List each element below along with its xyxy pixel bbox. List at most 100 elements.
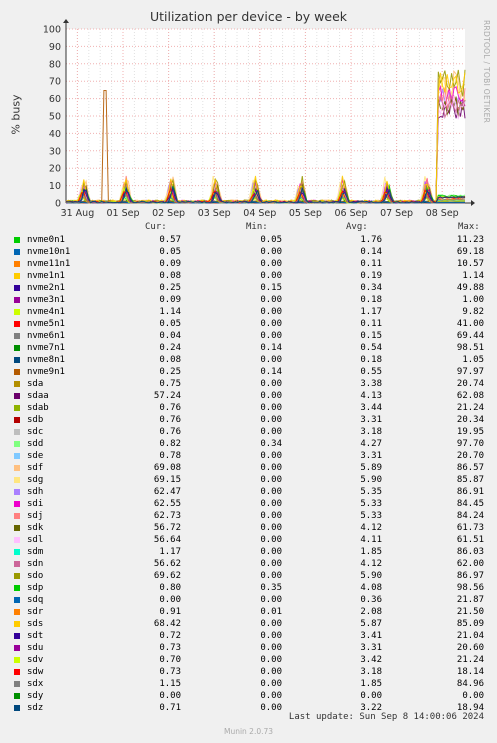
legend-row: nvme11n1 0.09 0.00 0.11 10.57 [0,258,497,270]
legend-min-value: 0.35 [260,583,282,593]
y-tick-label: 60 [49,94,61,105]
legend-series-name: nvme9n1 [27,367,65,377]
legend-cur-value: 0.09 [159,295,181,305]
legend-min-value: 0.15 [260,283,282,293]
legend-max-value: 49.88 [456,283,484,293]
legend-row: sdt 0.72 0.00 3.41 21.04 [0,630,497,642]
legend-row: nvme5n1 0.05 0.00 0.11 41.00 [0,318,497,330]
legend-row: sdm 1.17 0.00 1.85 86.03 [0,546,497,558]
legend-cur-value: 0.05 [159,319,181,329]
legend-swatch [14,561,20,567]
legend-max-value: 86.57 [456,463,484,473]
legend-swatch [14,597,20,603]
legend-swatch [14,621,20,627]
legend-cur-value: 0.57 [159,235,181,245]
legend-max-value: 11.23 [456,235,484,245]
legend-max-value: 69.44 [456,331,484,341]
legend-swatch [14,657,20,663]
legend-cur-value: 62.73 [153,511,181,521]
legend-avg-value: 3.18 [360,667,382,677]
legend-min-value: 0.00 [260,259,282,269]
legend-row: sdo 69.62 0.00 5.90 86.97 [0,570,497,582]
legend-max-value: 20.74 [456,379,484,389]
munin-version: Munin 2.0.73 [223,727,274,736]
legend-max-value: 62.08 [456,391,484,401]
legend-max-value: 18.14 [456,667,484,677]
legend-series-name: nvme1n1 [27,271,65,281]
legend-cur-value: 1.17 [159,547,181,557]
legend-row: sdj 62.73 0.00 5.33 84.24 [0,510,497,522]
legend-series-name: sdh [27,487,44,497]
legend-cur-value: 0.08 [159,271,181,281]
legend-min-value: 0.00 [260,535,282,545]
legend-cur-value: 0.08 [159,355,181,365]
legend-row: sdaa 57.24 0.00 4.13 62.08 [0,390,497,402]
legend-avg-value: 5.87 [360,619,382,629]
legend-max-value: 20.70 [456,451,484,461]
x-tick-label: 06 Sep [334,208,367,219]
legend-row: nvme1n1 0.08 0.00 0.19 1.14 [0,270,497,282]
legend-cur-value: 0.25 [159,283,181,293]
legend-min-value: 0.00 [260,571,282,581]
legend-min-value: 0.00 [260,307,282,317]
legend-series-name: sdl [27,535,44,545]
legend-cur-value: 0.75 [159,379,181,389]
legend-series-name: sdn [27,559,44,569]
y-tick-label: 100 [43,25,61,36]
legend-cur-value: 0.04 [159,331,181,341]
legend-max-value: 20.60 [456,643,484,653]
legend-avg-value: 3.42 [360,655,382,665]
legend-swatch [14,633,20,639]
legend-row: sdn 56.62 0.00 4.12 62.00 [0,558,497,570]
legend-max-value: 86.03 [456,547,484,557]
legend-max-value: 98.51 [456,343,484,353]
legend-series-name: sdm [27,547,44,557]
legend-cur-value: 62.47 [153,487,181,497]
legend-swatch [14,609,20,615]
legend-avg-value: 4.08 [360,583,382,593]
legend-series-name: nvme6n1 [27,331,65,341]
legend-avg-value: 5.90 [360,571,382,581]
legend-max-value: 1.05 [462,355,484,365]
x-tick-label: 02 Sep [152,208,185,219]
legend-avg-value: 0.11 [360,259,382,269]
legend-avg-value: 3.18 [360,427,382,437]
header-cur: Cur: [145,222,167,232]
legend-row: sdg 69.15 0.00 5.90 85.87 [0,474,497,486]
legend-cur-value: 1.15 [159,679,181,689]
legend-min-value: 0.00 [260,595,282,605]
legend-swatch [14,417,20,423]
legend-avg-value: 4.27 [360,439,382,449]
legend-max-value: 84.24 [456,511,484,521]
legend-min-value: 0.00 [260,403,282,413]
legend-swatch [14,693,20,699]
legend-max-value: 86.97 [456,571,484,581]
legend-row: sdb 0.76 0.00 3.31 20.34 [0,414,497,426]
legend-cur-value: 0.73 [159,643,181,653]
legend-series-name: sdw [27,667,44,677]
legend-max-value: 86.91 [456,487,484,497]
legend-cur-value: 0.00 [159,691,181,701]
legend-min-value: 0.00 [260,379,282,389]
legend-series-name: sdr [27,607,44,617]
legend-max-value: 62.00 [456,559,484,569]
legend-avg-value: 5.33 [360,499,382,509]
x-axis-arrow [471,200,475,206]
legend-swatch [14,441,20,447]
legend-series-name: sdaa [27,391,49,401]
legend-row: sdp 0.80 0.35 4.08 98.56 [0,582,497,594]
legend-swatch [14,333,20,339]
legend-swatch [14,513,20,519]
legend-cur-value: 68.42 [153,619,181,629]
legend-max-value: 21.24 [456,655,484,665]
legend-swatch [14,681,20,687]
legend-min-value: 0.00 [260,355,282,365]
legend-swatch [14,345,20,351]
header-avg: Avg: [346,222,368,232]
legend-swatch [14,501,20,507]
legend-avg-value: 5.33 [360,511,382,521]
legend-row: nvme2n1 0.25 0.15 0.34 49.88 [0,282,497,294]
legend-max-value: 69.18 [456,247,484,257]
legend-avg-value: 4.12 [360,559,382,569]
legend-max-value: 98.56 [456,583,484,593]
